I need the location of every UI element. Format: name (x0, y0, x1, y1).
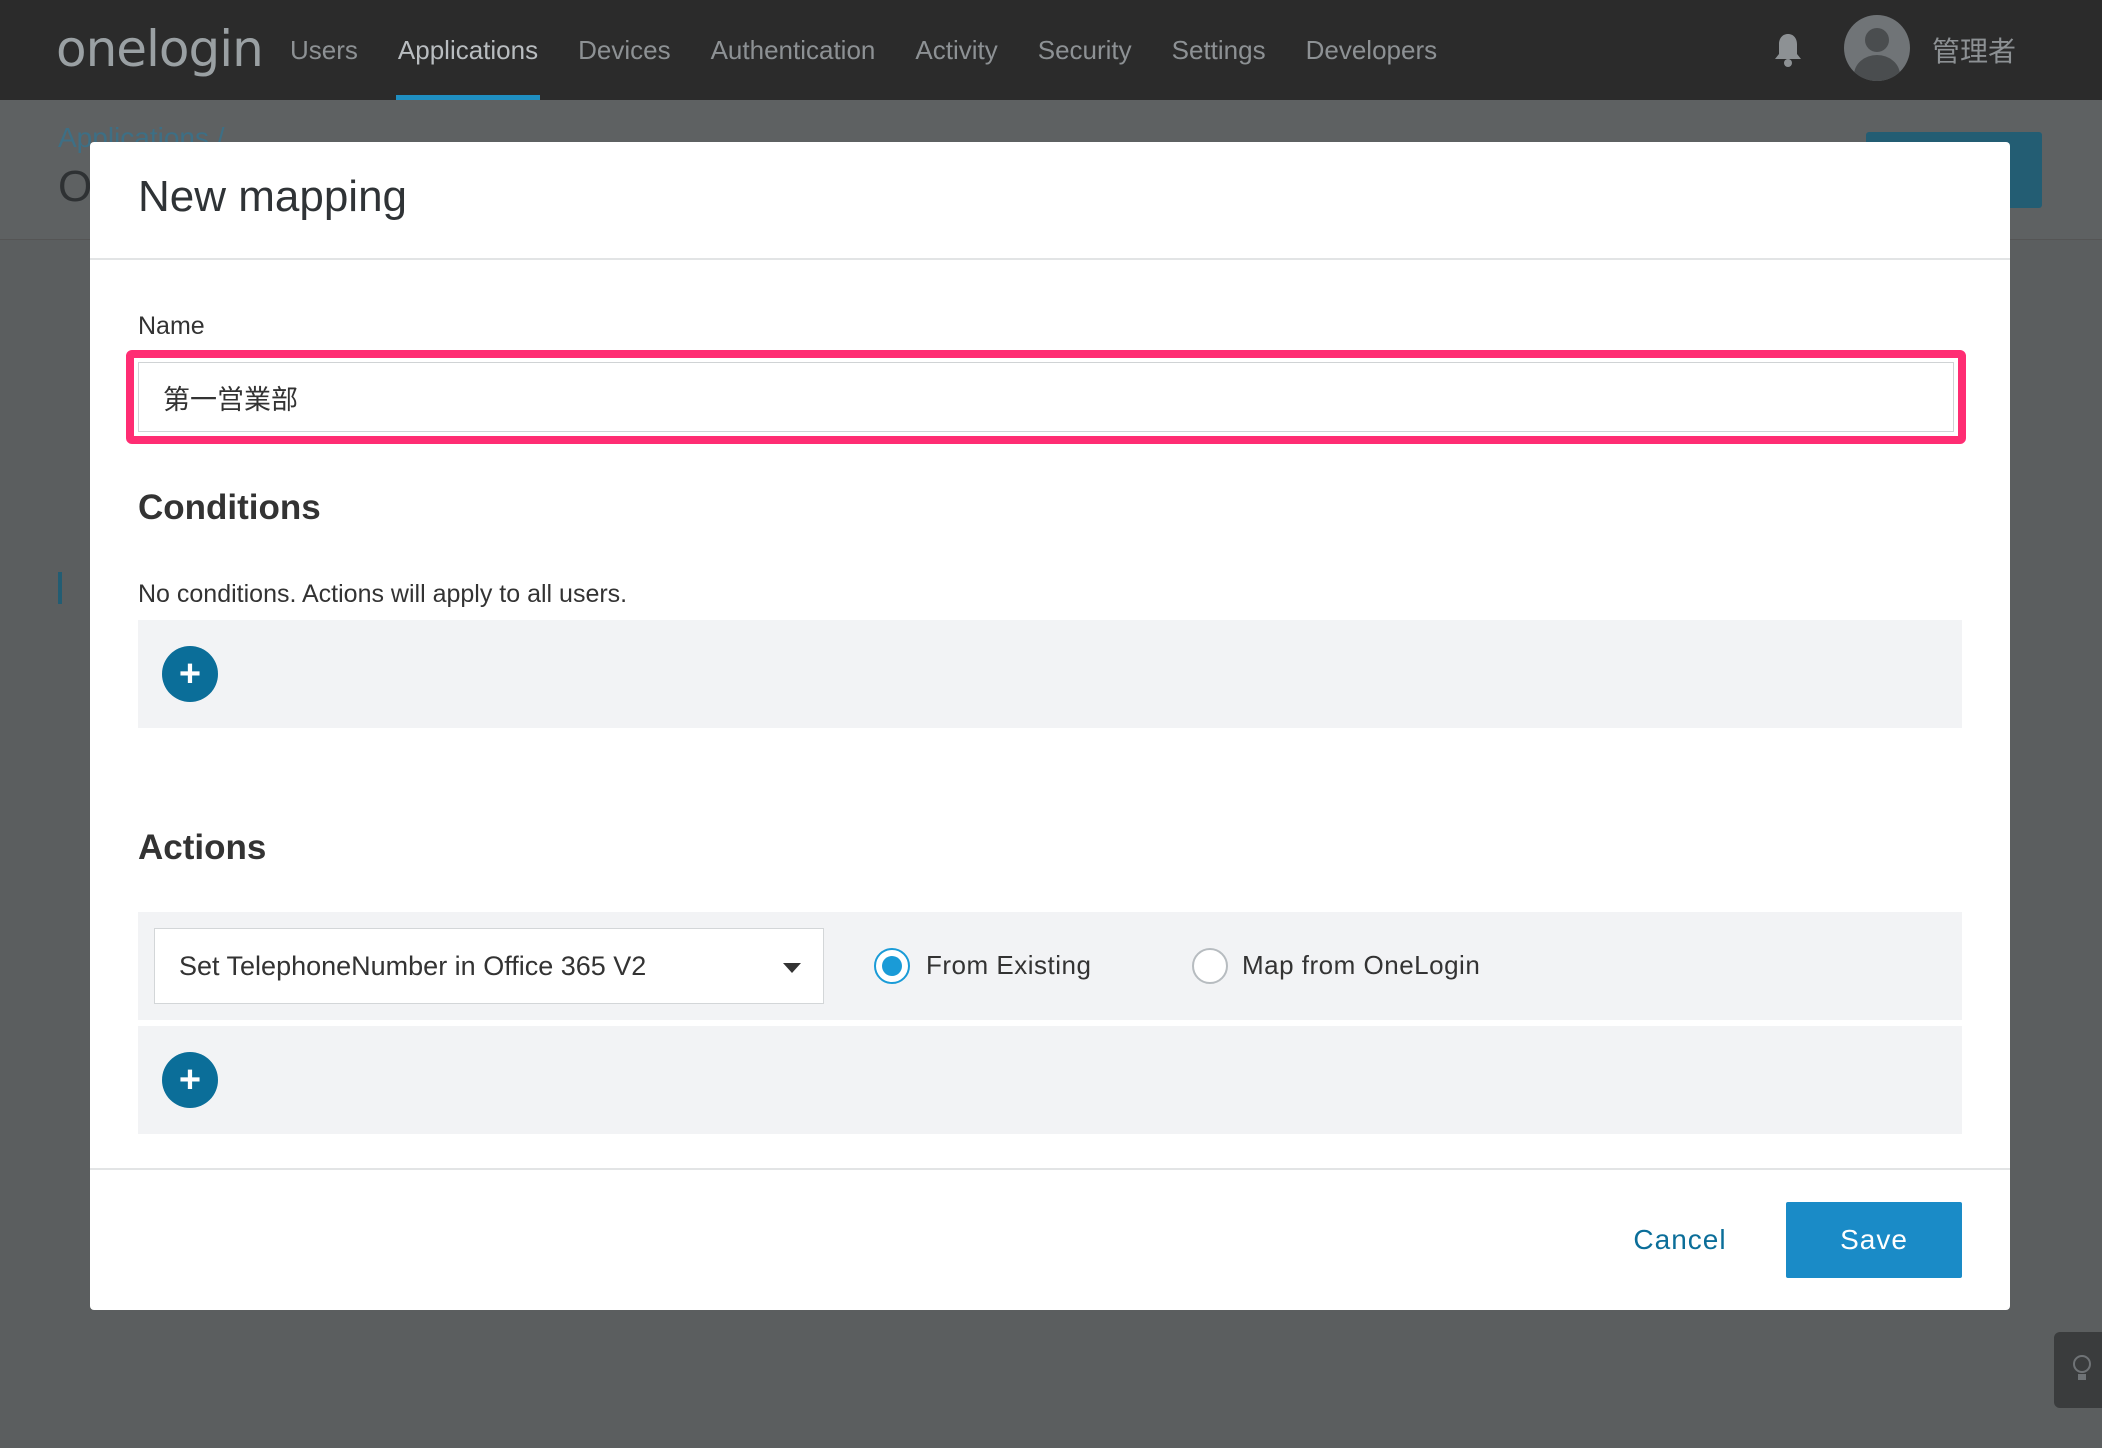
conditions-heading: Conditions (138, 488, 321, 527)
dialog-header-divider (90, 258, 2010, 260)
top-navigation: onelogin Users Applications Devices Auth… (0, 0, 2102, 100)
nav-item-authentication[interactable]: Authentication (691, 0, 896, 100)
save-button[interactable]: Save (1786, 1202, 1962, 1278)
nav-item-settings[interactable]: Settings (1152, 0, 1286, 100)
lightbulb-icon (2073, 1355, 2091, 1380)
conditions-empty-message: No conditions. Actions will apply to all… (138, 580, 628, 608)
nav-menu: Users Applications Devices Authenticatio… (270, 0, 1457, 100)
nav-item-activity[interactable]: Activity (895, 0, 1017, 100)
add-condition-button[interactable]: + (162, 646, 218, 702)
name-field-highlight: 第一営業部 (126, 350, 1966, 444)
avatar-icon[interactable] (1844, 15, 1910, 81)
onelogin-logo[interactable]: onelogin (56, 20, 264, 78)
conditions-panel: + (138, 620, 1962, 728)
nav-item-applications[interactable]: Applications (378, 0, 558, 100)
action-select[interactable]: Set TelephoneNumber in Office 365 V2 (154, 928, 824, 1004)
from-existing-radio[interactable] (874, 948, 910, 984)
background-sidebar-indicator (58, 572, 62, 604)
cancel-button[interactable]: Cancel (1600, 1202, 1760, 1278)
action-row: Set TelephoneNumber in Office 365 V2 Fro… (138, 912, 1962, 1020)
name-label: Name (138, 312, 205, 340)
add-action-button[interactable]: + (162, 1052, 218, 1108)
action-select-value: Set TelephoneNumber in Office 365 V2 (179, 950, 647, 981)
actions-heading: Actions (138, 828, 267, 867)
nav-item-users[interactable]: Users (270, 0, 378, 100)
bell-icon[interactable] (1772, 32, 1804, 68)
page-title: O (58, 162, 93, 211)
map-from-onelogin-radio[interactable] (1192, 948, 1228, 984)
dialog-footer-divider (90, 1168, 2010, 1170)
nav-item-security[interactable]: Security (1018, 0, 1152, 100)
map-from-onelogin-label[interactable]: Map from OneLogin (1242, 950, 1480, 981)
caret-down-icon (783, 963, 801, 973)
dialog-title: New mapping (138, 172, 408, 221)
from-existing-label[interactable]: From Existing (926, 950, 1091, 981)
username-label[interactable]: 管理者 (1932, 30, 2016, 70)
new-mapping-dialog: New mapping Name 第一営業部 Conditions No con… (90, 142, 2010, 1310)
nav-item-devices[interactable]: Devices (558, 0, 690, 100)
nav-item-developers[interactable]: Developers (1286, 0, 1458, 100)
help-hint-button (2054, 1332, 2102, 1408)
name-input[interactable]: 第一営業部 (138, 362, 1954, 432)
add-action-panel: + (138, 1026, 1962, 1134)
